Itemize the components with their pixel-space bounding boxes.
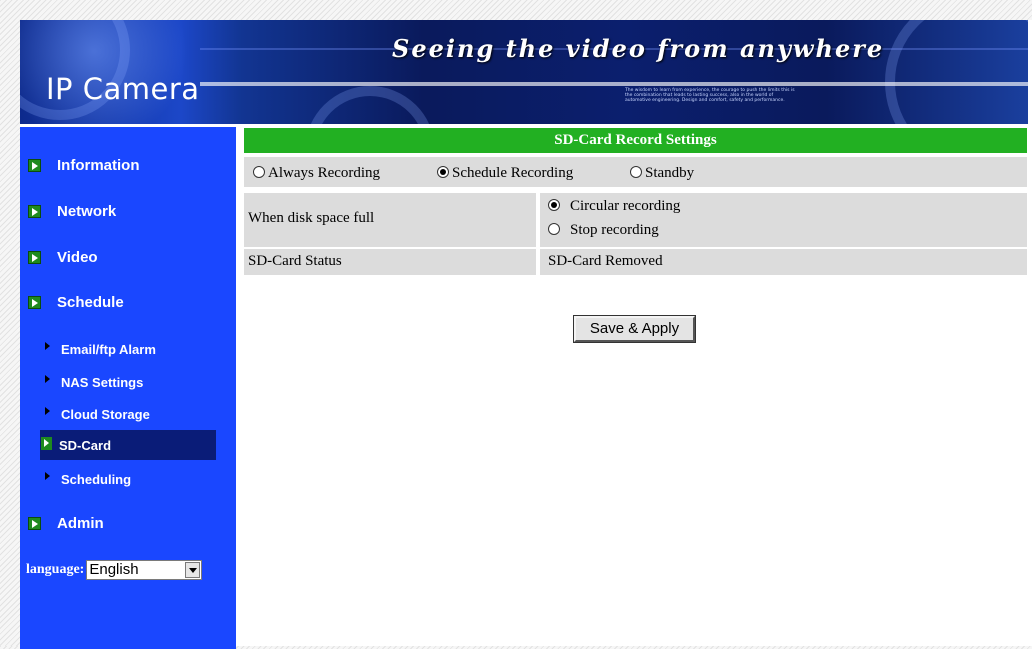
sidebar-item-information[interactable]: Information [28,153,140,177]
radio-circular-recording[interactable]: Circular recording [548,198,680,215]
sidebar-subitem-email-ftp-alarm[interactable]: Email/ftp Alarm [45,338,156,360]
sidebar-subitem-label: NAS Settings [61,374,144,390]
banner-decoration [885,20,1028,124]
banner-fine-print: The wisdom to learn from experience, the… [625,88,795,103]
header-banner: IP Camera Seeing the video from anywhere… [20,20,1028,124]
sd-status-value: SD-Card Removed [548,253,663,269]
disk-full-row: When disk space full Circular recording … [244,193,1027,247]
arrow-icon [28,516,41,530]
language-value: English [89,561,139,578]
radio-circle-icon[interactable] [548,223,560,235]
radio-circle-icon[interactable] [253,166,265,178]
language-select[interactable]: English [86,560,203,580]
radio-always-recording[interactable]: Always Recording [253,165,380,182]
main-content: SD-Card Record Settings Always Recording… [244,128,1027,343]
arrow-icon [28,204,41,218]
sidebar-item-network[interactable]: Network [28,199,116,223]
sidebar-item-label: Schedule [57,293,124,311]
recording-mode-row: Always Recording Schedule Recording Stan… [244,157,1027,187]
sidebar-subitem-label: Scheduling [61,471,132,487]
arrow-icon [28,250,41,264]
sd-status-label: SD-Card Status [248,253,342,269]
sd-status-value-cell: SD-Card Removed [540,249,1027,275]
option-label: Standby [645,165,695,181]
chevron-down-icon[interactable] [185,562,201,578]
sidebar-item-admin[interactable]: Admin [28,511,104,535]
disk-full-label-cell: When disk space full [244,193,536,247]
disk-full-label: When disk space full [248,210,375,226]
arrow-icon [28,295,41,309]
language-label: language: [26,562,85,577]
section-title: SD-Card Record Settings [244,128,1027,153]
sidebar-subitem-label: SD-Card [59,437,112,453]
slogan: Seeing the video from anywhere [392,34,885,63]
radio-circle-icon[interactable] [630,166,642,178]
sidebar-subitem-sd-card[interactable]: SD-Card [40,430,216,460]
sidebar-item-schedule[interactable]: Schedule [28,290,124,314]
sidebar-subitem-label: Cloud Storage [61,406,150,422]
radio-stop-recording[interactable]: Stop recording [548,222,659,239]
option-label: Always Recording [268,165,381,181]
language-selector: language: English [26,560,203,580]
banner-streak [200,82,1028,86]
radio-schedule-recording[interactable]: Schedule Recording [437,165,573,182]
triangle-icon [45,407,50,415]
sidebar-item-label: Video [57,248,98,266]
sidebar-item-label: Admin [57,514,104,532]
triangle-icon [45,375,50,383]
triangle-icon [45,342,50,350]
sidebar-item-label: Information [57,156,140,174]
banner-decoration [305,86,435,124]
radio-standby[interactable]: Standby [630,165,694,182]
sidebar-subitem-label: Email/ftp Alarm [61,341,156,357]
option-label: Stop recording [570,222,659,238]
option-label: Circular recording [570,198,681,214]
sidebar-subitem-scheduling[interactable]: Scheduling [45,468,131,490]
sidebar-subitem-nas-settings[interactable]: NAS Settings [45,371,143,393]
radio-circle-icon[interactable] [548,199,560,211]
option-label: Schedule Recording [452,165,574,181]
radio-circle-icon[interactable] [437,166,449,178]
sidebar: Information Network Video Schedule Email… [20,124,236,649]
arrow-icon [28,158,41,172]
arrow-icon [41,436,52,450]
sidebar-subitem-cloud-storage[interactable]: Cloud Storage [45,403,150,425]
sd-status-label-cell: SD-Card Status [244,249,536,275]
brand-title: IP Camera [46,72,200,106]
save-apply-button[interactable]: Save & Apply [573,315,696,343]
triangle-icon [45,472,50,480]
sidebar-item-video[interactable]: Video [28,245,98,269]
sidebar-item-label: Network [57,202,117,220]
page-frame: IP Camera Seeing the video from anywhere… [20,20,1032,649]
sd-status-row: SD-Card Status SD-Card Removed [244,249,1027,275]
disk-full-options-cell: Circular recording Stop recording [540,193,1027,247]
